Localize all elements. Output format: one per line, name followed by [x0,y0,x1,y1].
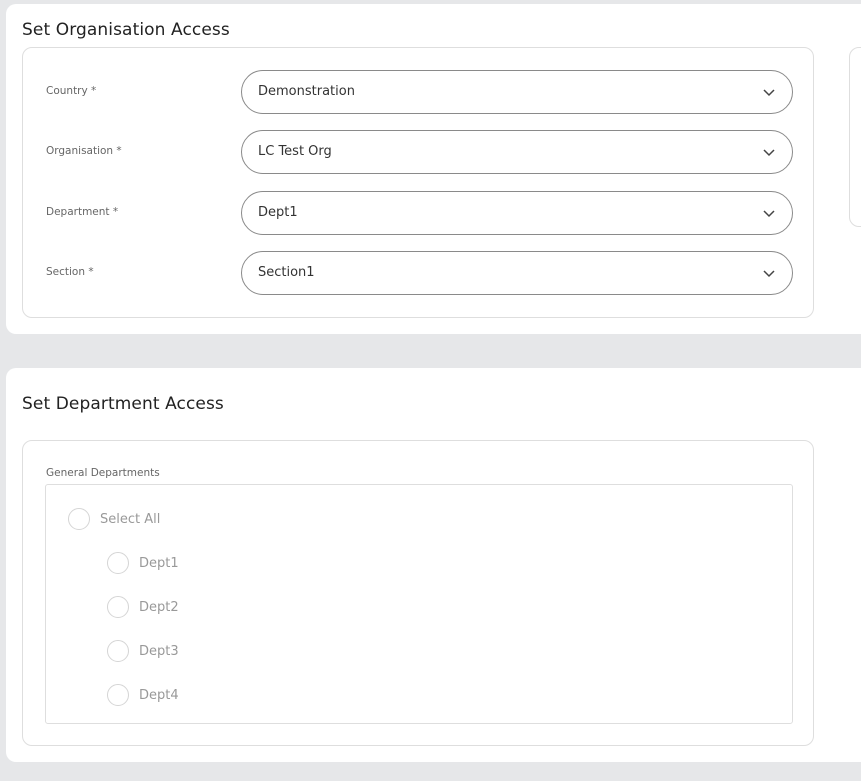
organisation-row: Organisation * LC Test Org [23,130,813,174]
section-value: Section1 [258,265,315,280]
general-departments-label: General Departments [46,467,160,479]
radio-circle [68,508,90,530]
chevron-down-icon [763,270,775,278]
dept-radio[interactable]: Dept2 [107,596,179,618]
organisation-label: Organisation * [46,145,122,157]
section-title: Set Organisation Access [22,20,230,40]
dept-label: Dept1 [139,555,179,571]
radio-circle [107,596,129,618]
dept-label: Dept2 [139,599,179,615]
select-all-label: Select All [100,511,161,527]
section-row: Section * Section1 [23,251,813,295]
organisation-value: LC Test Org [258,144,332,159]
chevron-down-icon [763,89,775,97]
chevron-down-icon [763,210,775,218]
dept-label: Dept3 [139,643,179,659]
section-title: Set Department Access [22,394,224,414]
radio-circle [107,640,129,662]
department-access-card: Set Department Access General Department… [6,368,861,762]
organisation-fields-panel: Country * Demonstration Organisation * L… [22,47,814,318]
country-row: Country * Demonstration [23,70,813,114]
department-row: Department * Dept1 [23,191,813,235]
dept-radio[interactable]: Dept4 [107,684,179,706]
country-label: Country * [46,85,97,97]
department-select[interactable]: Dept1 [241,191,793,235]
section-select[interactable]: Section1 [241,251,793,295]
section-label: Section * [46,266,94,278]
department-value: Dept1 [258,205,298,220]
side-panel [849,47,861,227]
radio-circle [107,684,129,706]
radio-circle [107,552,129,574]
organisation-access-card: Set Organisation Access Country * Demons… [6,4,861,334]
department-label: Department * [46,206,119,218]
dept-radio[interactable]: Dept3 [107,640,179,662]
departments-list: Select All Dept1 Dept2 Dept3 Dept4 [45,484,793,724]
department-access-panel: General Departments Select All Dept1 Dep… [22,440,814,746]
country-value: Demonstration [258,84,355,99]
dept-label: Dept4 [139,687,179,703]
country-select[interactable]: Demonstration [241,70,793,114]
select-all-radio[interactable]: Select All [68,508,160,530]
dept-radio[interactable]: Dept1 [107,552,179,574]
organisation-select[interactable]: LC Test Org [241,130,793,174]
chevron-down-icon [763,149,775,157]
